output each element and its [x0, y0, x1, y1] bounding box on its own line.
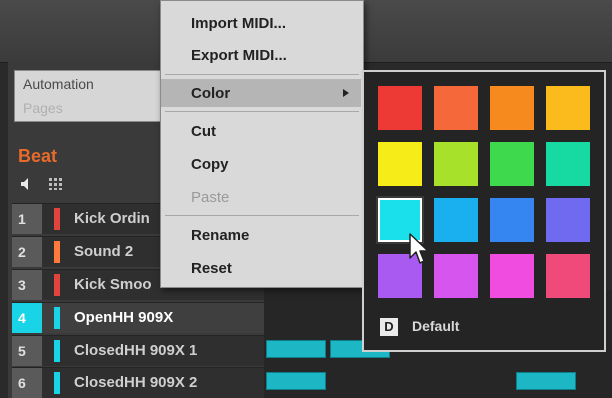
- color-swatch[interactable]: [378, 86, 422, 130]
- pages-option[interactable]: Pages: [23, 100, 63, 116]
- sound-number: 4: [12, 303, 42, 333]
- reset-item[interactable]: Reset: [161, 254, 361, 282]
- sound-name: ClosedHH 909X 1: [74, 342, 198, 359]
- color-swatch[interactable]: [490, 254, 534, 298]
- pattern-step[interactable]: [266, 372, 326, 390]
- context-menu: Import MIDI... Export MIDI... Color Cut …: [160, 0, 364, 288]
- mouse-cursor-icon: [409, 233, 429, 264]
- color-swatch[interactable]: [546, 142, 590, 186]
- paste-label: Paste: [191, 189, 230, 206]
- grid-icon[interactable]: [48, 177, 64, 191]
- import-midi-item[interactable]: Import MIDI...: [161, 9, 361, 37]
- color-item[interactable]: Color: [161, 79, 361, 107]
- sound-color-strip: [54, 340, 60, 362]
- menu-separator: [165, 215, 359, 216]
- cut-label: Cut: [191, 123, 216, 140]
- group-label: Beat: [18, 146, 58, 166]
- sound-number: 2: [12, 237, 42, 267]
- color-swatch[interactable]: [546, 198, 590, 242]
- color-swatch[interactable]: [490, 86, 534, 130]
- default-key-icon[interactable]: D: [380, 318, 398, 336]
- reset-label: Reset: [191, 260, 232, 277]
- pattern-step[interactable]: [516, 372, 576, 390]
- default-color-option[interactable]: Default: [412, 318, 459, 334]
- rename-item[interactable]: Rename: [161, 221, 361, 249]
- export-midi-item[interactable]: Export MIDI...: [161, 41, 361, 69]
- menu-separator: [165, 74, 359, 75]
- speaker-icon[interactable]: [20, 177, 34, 191]
- color-swatch[interactable]: [434, 198, 478, 242]
- sound-number: 1: [12, 204, 42, 234]
- sound-name: Kick Smoo: [74, 276, 152, 293]
- sound-name: OpenHH 909X: [74, 309, 174, 326]
- import-midi-label: Import MIDI...: [191, 15, 286, 32]
- copy-label: Copy: [191, 156, 229, 173]
- color-swatch[interactable]: [434, 254, 478, 298]
- export-midi-label: Export MIDI...: [191, 47, 287, 64]
- sound-color-strip: [54, 372, 60, 394]
- color-swatch[interactable]: [434, 86, 478, 130]
- sound-row[interactable]: 5 ClosedHH 909X 1: [12, 335, 264, 366]
- color-swatch[interactable]: [546, 254, 590, 298]
- view-selector[interactable]: Automation Pages: [14, 70, 166, 122]
- pattern-step[interactable]: [266, 340, 326, 358]
- sound-name: Sound 2: [74, 243, 134, 260]
- color-label: Color: [191, 85, 231, 102]
- color-palette: D Default: [362, 70, 606, 352]
- sound-name: Kick Ordin: [74, 210, 150, 227]
- sound-name: ClosedHH 909X 2: [74, 374, 198, 391]
- sound-color-strip: [54, 274, 60, 296]
- color-swatch[interactable]: [490, 198, 534, 242]
- sound-row[interactable]: 6 ClosedHH 909X 2: [12, 367, 264, 398]
- sound-color-strip: [54, 208, 60, 230]
- cut-item[interactable]: Cut: [161, 117, 361, 145]
- automation-option[interactable]: Automation: [23, 76, 94, 92]
- sound-color-strip: [54, 307, 60, 329]
- sound-number: 6: [12, 368, 42, 398]
- sound-number: 3: [12, 270, 42, 300]
- color-swatch[interactable]: [490, 142, 534, 186]
- color-swatch[interactable]: [546, 86, 590, 130]
- menu-separator: [165, 111, 359, 112]
- paste-item: Paste: [161, 183, 361, 211]
- sound-color-strip: [54, 241, 60, 263]
- color-swatch[interactable]: [378, 142, 422, 186]
- color-swatch[interactable]: [434, 142, 478, 186]
- copy-item[interactable]: Copy: [161, 150, 361, 178]
- sound-row[interactable]: 4 OpenHH 909X: [12, 302, 264, 333]
- rename-label: Rename: [191, 227, 250, 244]
- submenu-arrow-icon: [343, 89, 349, 97]
- sound-number: 5: [12, 336, 42, 366]
